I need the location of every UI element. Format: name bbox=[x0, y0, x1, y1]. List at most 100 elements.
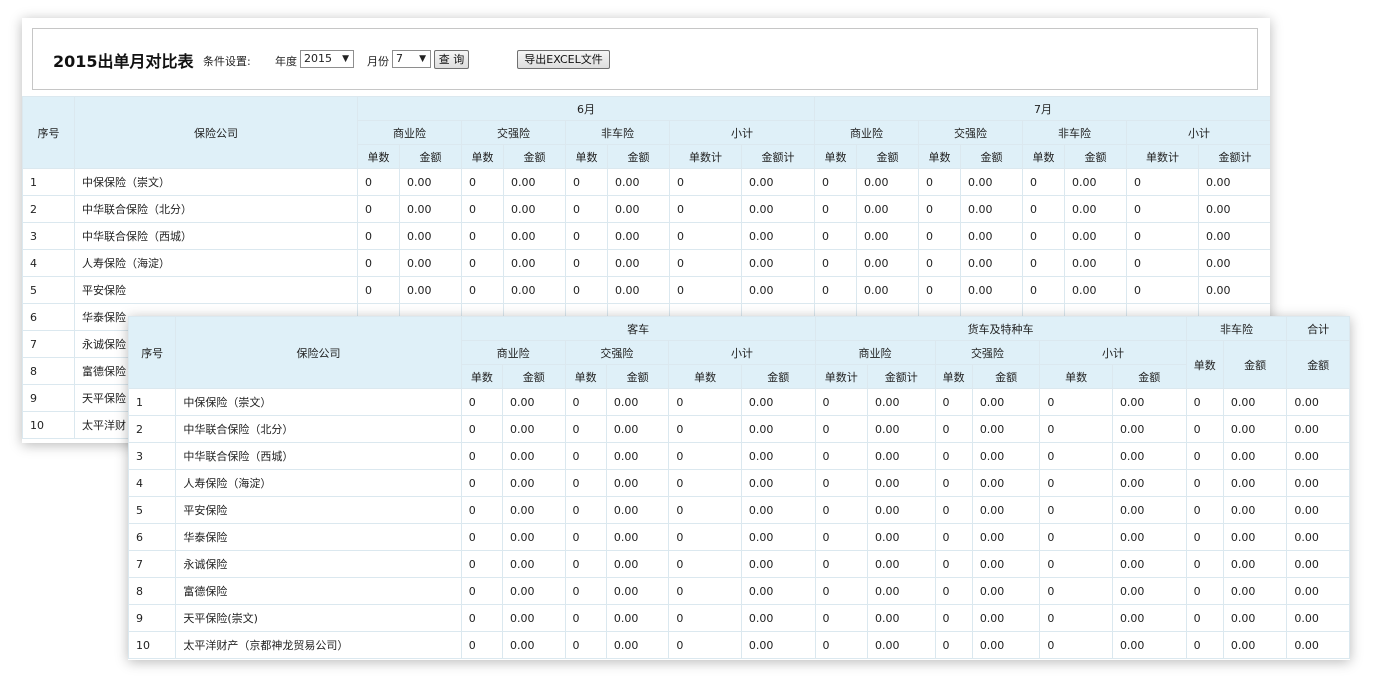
row-value: 0.00 bbox=[960, 168, 1023, 196]
row-value: 0.00 bbox=[502, 496, 566, 524]
row-value: 0 bbox=[918, 249, 961, 277]
seq-header: 序号 bbox=[22, 96, 75, 169]
table-row[interactable]: 10 太平洋财产（京都神龙贸易公司） 0 0.00 0 0.00 0 0.00 0 0.00 0 0.… bbox=[128, 631, 1350, 659]
table-row[interactable]: 3 中华联合保险（西城） 0 0.00 0 0.00 0 0.00 0 0.00 0 0.00 0 0.0… bbox=[128, 442, 1350, 470]
group-header: 交强险 bbox=[564, 340, 670, 365]
row-value: 0 bbox=[460, 388, 504, 416]
row-value: 0.00 bbox=[856, 195, 919, 223]
sub-column-header: 单数 bbox=[918, 144, 961, 169]
row-value: 0.00 bbox=[740, 631, 816, 659]
row-value: 0 bbox=[1039, 604, 1113, 632]
row-value: 0 bbox=[357, 276, 400, 304]
row-value: 0.00 bbox=[1111, 604, 1187, 632]
row-value: 0.00 bbox=[1286, 604, 1350, 632]
group-header: 交强险 bbox=[934, 340, 1041, 365]
row-value: 0 bbox=[668, 523, 742, 551]
row-seq: 1 bbox=[128, 388, 177, 416]
year-select-value: 2015 bbox=[304, 52, 332, 65]
row-value: 0.00 bbox=[1064, 168, 1127, 196]
row-company: 中保保险（崇文） bbox=[74, 168, 358, 196]
row-value: 0 bbox=[669, 222, 742, 250]
row-value: 0 bbox=[564, 469, 607, 497]
row-value: 0 bbox=[934, 496, 973, 524]
row-value: 0 bbox=[564, 415, 607, 443]
table-row[interactable]: 1 中保保险（崇文） 0 0.00 0 0.00 0 0.00 0 0.00 0 0.00 0 0.00 0… bbox=[128, 388, 1350, 416]
table-row[interactable]: 7 永诚保险 0 0.00 0 0.00 0 0.00 0 0.00 0 0.00 0 0.00 0 0.00… bbox=[128, 550, 1350, 578]
sub-column-header: 单数 bbox=[668, 364, 742, 389]
row-value: 0.00 bbox=[1286, 631, 1350, 659]
group-header: 商业险 bbox=[460, 340, 566, 365]
sub-column-header: 单数 bbox=[934, 364, 973, 389]
row-value: 0.00 bbox=[971, 631, 1041, 659]
row-value: 0 bbox=[564, 550, 607, 578]
row-value: 0 bbox=[461, 276, 504, 304]
row-value: 0 bbox=[1185, 550, 1224, 578]
row-company: 中华联合保险（西城） bbox=[74, 222, 358, 250]
row-value: 0.00 bbox=[1286, 469, 1350, 497]
row-value: 0 bbox=[1039, 496, 1113, 524]
row-value: 0.00 bbox=[1198, 222, 1270, 250]
row-value: 0.00 bbox=[960, 249, 1023, 277]
table-row[interactable]: 8 富德保险 0 0.00 0 0.00 0 0.00 0 0.00 0 0.00 0 0.00 0 0.00… bbox=[128, 577, 1350, 605]
sub-column-header: 单数 bbox=[357, 144, 400, 169]
row-value: 0 bbox=[814, 415, 868, 443]
table-row[interactable]: 4 人寿保险（海淀） 0 0.00 0 0.00 0 0.00 0 0.00 0 0.00 0 0.00 0… bbox=[22, 249, 1270, 277]
row-value: 0.00 bbox=[740, 577, 816, 605]
sub-column-header: 金额 bbox=[399, 144, 462, 169]
row-seq: 5 bbox=[128, 496, 177, 524]
row-seq: 7 bbox=[22, 330, 75, 358]
year-label: 年度 bbox=[275, 55, 297, 68]
row-value: 0 bbox=[918, 168, 961, 196]
row-value: 0.00 bbox=[399, 249, 462, 277]
table-row[interactable]: 9 天平保险(崇文) 0 0.00 0 0.00 0 0.00 0 0.00 0 0.00 0 0.00 0… bbox=[128, 604, 1350, 632]
condition-box: 2015出单月对比表 条件设置: 年度 2015 ▼ 月份 7 ▼ 查 询 导出… bbox=[32, 28, 1258, 90]
table-row[interactable]: 2 中华联合保险（北分） 0 0.00 0 0.00 0 0.00 0 0.00 0 0.00 0 0.0… bbox=[128, 415, 1350, 443]
year-select[interactable]: 2015 ▼ bbox=[300, 50, 354, 68]
truck-special-header: 货车及特种车 bbox=[814, 316, 1187, 341]
row-value: 0 bbox=[668, 442, 742, 470]
row-value: 0 bbox=[669, 276, 742, 304]
row-value: 0.00 bbox=[607, 276, 670, 304]
row-value: 0 bbox=[668, 388, 742, 416]
row-value: 0.00 bbox=[1064, 195, 1127, 223]
row-value: 0.00 bbox=[741, 168, 815, 196]
table-row[interactable]: 5 平安保险 0 0.00 0 0.00 0 0.00 0 0.00 0 0.00 0 0.00 0 0.00… bbox=[128, 496, 1350, 524]
row-value: 0 bbox=[668, 550, 742, 578]
group-header: 小计 bbox=[1126, 120, 1270, 145]
row-value: 0.00 bbox=[1222, 388, 1288, 416]
row-value: 0.00 bbox=[605, 469, 670, 497]
row-value: 0.00 bbox=[866, 604, 936, 632]
table-row[interactable]: 2 中华联合保险（北分） 0 0.00 0 0.00 0 0.00 0 0.00 0 0.00 0 0.0… bbox=[22, 195, 1270, 223]
row-value: 0 bbox=[564, 388, 607, 416]
row-value: 0.00 bbox=[960, 276, 1023, 304]
export-excel-button[interactable]: 导出EXCEL文件 bbox=[517, 50, 610, 69]
row-value: 0 bbox=[1039, 523, 1113, 551]
table-row[interactable]: 4 人寿保险（海淀） 0 0.00 0 0.00 0 0.00 0 0.00 0 0.00 0 0.00 0… bbox=[128, 469, 1350, 497]
row-value: 0 bbox=[1126, 222, 1199, 250]
row-seq: 2 bbox=[22, 195, 75, 223]
row-value: 0.00 bbox=[605, 388, 670, 416]
row-value: 0.00 bbox=[856, 249, 919, 277]
month-select[interactable]: 7 ▼ bbox=[392, 50, 431, 68]
table-row[interactable]: 1 中保保险（崇文） 0 0.00 0 0.00 0 0.00 0 0.00 0 0.00 0 0.00 0… bbox=[22, 168, 1270, 196]
row-seq: 4 bbox=[128, 469, 177, 497]
row-value: 0.00 bbox=[866, 577, 936, 605]
row-value: 0.00 bbox=[502, 604, 566, 632]
row-value: 0 bbox=[564, 604, 607, 632]
table-row[interactable]: 5 平安保险 0 0.00 0 0.00 0 0.00 0 0.00 0 0.00 0 0.00 0 0.00… bbox=[22, 276, 1270, 304]
row-value: 0 bbox=[934, 415, 973, 443]
row-seq: 9 bbox=[22, 384, 75, 412]
query-button[interactable]: 查 询 bbox=[434, 50, 469, 69]
row-value: 0 bbox=[460, 442, 504, 470]
row-company: 中保保险（崇文） bbox=[175, 388, 462, 416]
row-company: 人寿保险（海淀） bbox=[175, 469, 462, 497]
row-value: 0 bbox=[565, 249, 608, 277]
row-value: 0 bbox=[814, 577, 868, 605]
table-row[interactable]: 6 华泰保险 0 0.00 0 0.00 0 0.00 0 0.00 0 0.00 0 0.00 0 0.00… bbox=[128, 523, 1350, 551]
group-header: 小计 bbox=[669, 120, 815, 145]
row-value: 0 bbox=[814, 604, 868, 632]
row-value: 0 bbox=[668, 577, 742, 605]
table-row[interactable]: 3 中华联合保险（西城） 0 0.00 0 0.00 0 0.00 0 0.00 0 0.00 0 0.0… bbox=[22, 222, 1270, 250]
row-value: 0 bbox=[460, 523, 504, 551]
row-value: 0.00 bbox=[866, 523, 936, 551]
